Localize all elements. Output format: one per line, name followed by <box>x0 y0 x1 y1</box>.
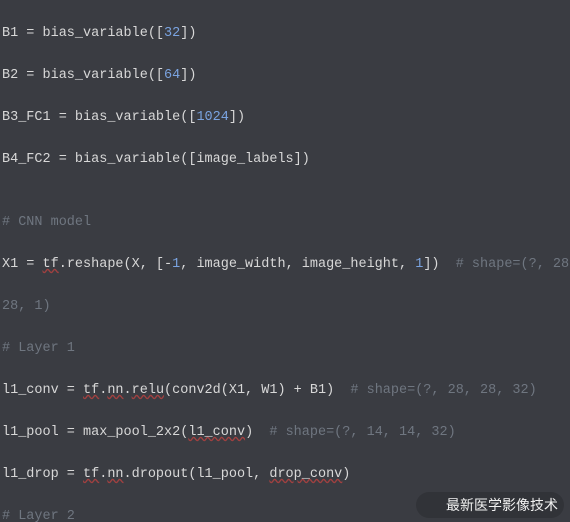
code-line: l1_pool = max_pool_2x2(l1_conv) # shape=… <box>0 422 570 443</box>
code-line: # Layer 1 <box>0 338 570 359</box>
code-line: 28, 1) <box>0 296 570 317</box>
code-line: X1 = tf.reshape(X, [-1, image_width, ima… <box>0 254 570 275</box>
code-line: B1 = bias_variable([32]) <box>0 23 570 44</box>
code-line: B3_FC1 = bias_variable([1024]) <box>0 107 570 128</box>
code-editor[interactable]: B1 = bias_variable([32]) B2 = bias_varia… <box>0 0 570 522</box>
code-line: B2 = bias_variable([64]) <box>0 65 570 86</box>
code-line: # CNN model <box>0 212 570 233</box>
code-line: B4_FC2 = bias_variable([image_labels]) <box>0 149 570 170</box>
wechat-watermark: 最新医学影像技术 <box>416 492 564 518</box>
code-line: l1_conv = tf.nn.relu(conv2d(X1, W1) + B1… <box>0 380 570 401</box>
wechat-icon <box>418 494 440 516</box>
code-line: l1_drop = tf.nn.dropout(l1_pool, drop_co… <box>0 464 570 485</box>
watermark-label: 最新医学影像技术 <box>446 495 558 516</box>
